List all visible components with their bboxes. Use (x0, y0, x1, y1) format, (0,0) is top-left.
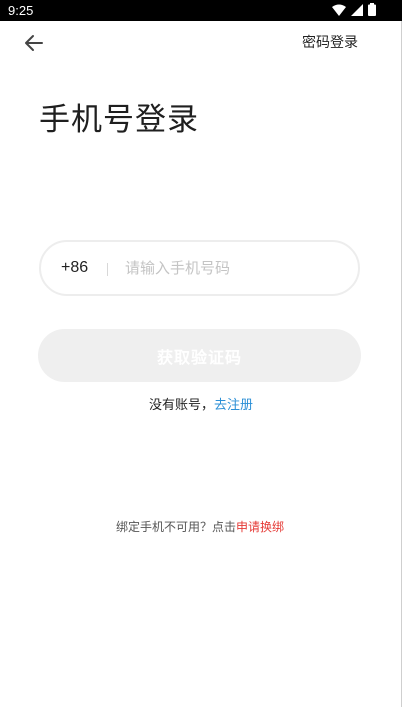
status-time: 9:25 (8, 3, 34, 18)
signal-icon (351, 3, 363, 16)
back-button[interactable] (22, 31, 46, 55)
status-bar: 9:25 (0, 0, 402, 21)
register-link[interactable]: 去注册 (214, 398, 253, 413)
get-verification-code-button[interactable]: 获取验证码 (38, 329, 361, 382)
wifi-icon (332, 4, 346, 16)
status-icons (332, 3, 376, 16)
divider (107, 263, 108, 276)
phone-input-container: +86 (39, 240, 360, 296)
rebind-prompt: 绑定手机不可用？点击 (115, 520, 236, 534)
battery-icon (368, 3, 376, 16)
phone-number-input[interactable] (125, 256, 340, 280)
page-title: 手机号登录 (39, 102, 199, 138)
register-line: 没有账号，去注册 (0, 396, 402, 416)
apply-rebind-link[interactable]: 申请换绑 (236, 520, 284, 534)
password-login-link[interactable]: 密码登录 (302, 33, 358, 53)
country-code-selector[interactable]: +86 (61, 258, 88, 278)
rebind-line: 绑定手机不可用？点击申请换绑 (0, 517, 400, 537)
register-prompt: 没有账号， (148, 398, 214, 413)
back-arrow-icon (25, 35, 43, 51)
